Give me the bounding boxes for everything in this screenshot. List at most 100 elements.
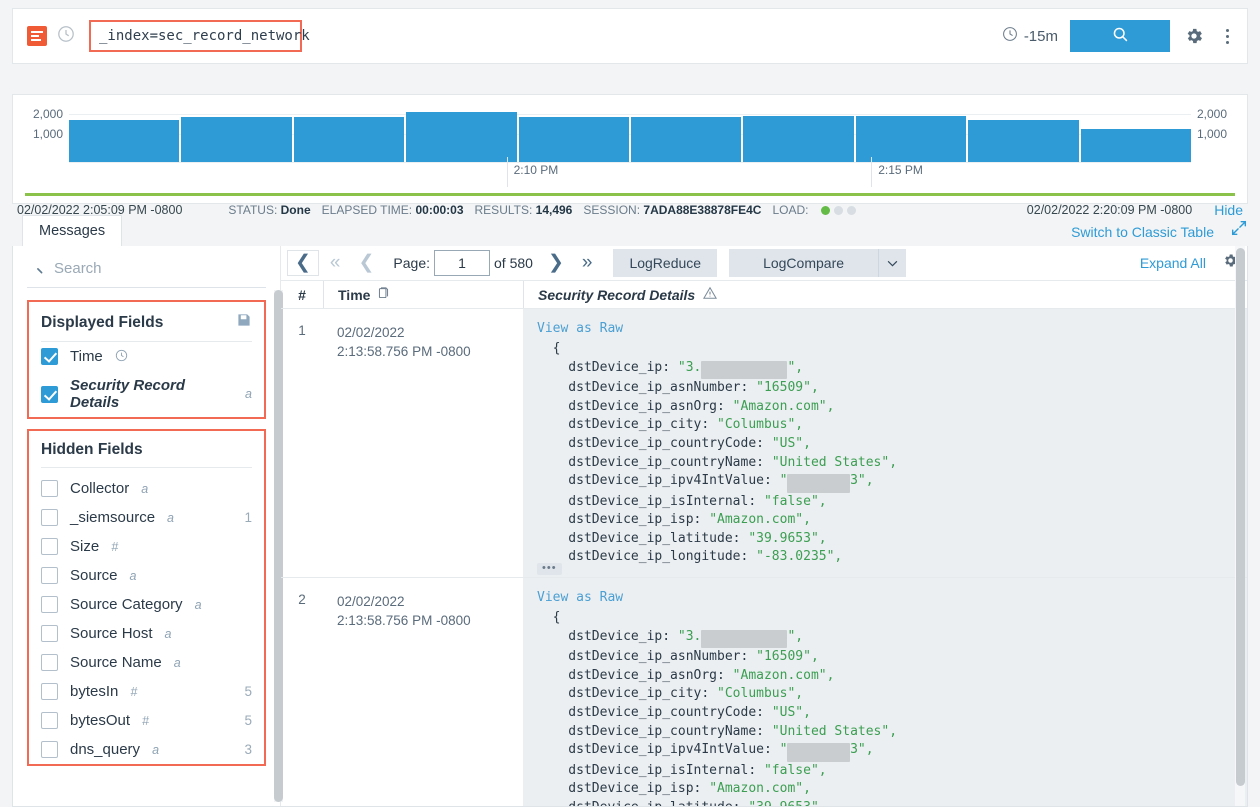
status-divider xyxy=(25,193,1235,196)
field-row[interactable]: Time xyxy=(29,342,264,371)
switch-to-classic-table-link[interactable]: Switch to Classic Table xyxy=(1071,224,1214,246)
histogram-bar[interactable] xyxy=(856,116,966,162)
json-value: "39.9653", xyxy=(748,531,826,546)
logcompare-split-button: LogCompare xyxy=(729,249,906,277)
field-row[interactable]: Source Namea xyxy=(29,648,264,677)
json-value: " xyxy=(780,473,788,488)
first-page-button[interactable]: « xyxy=(323,251,348,275)
row-time: 2:13:58.756 PM -0800 xyxy=(337,611,523,630)
field-checkbox[interactable] xyxy=(41,567,58,584)
field-row[interactable]: bytesIn#5 xyxy=(29,677,264,706)
json-value: "United States", xyxy=(772,724,897,739)
results-rows: 102/02/20222:13:58.756 PM -0800View as R… xyxy=(281,309,1247,806)
column-header-details-label: Security Record Details xyxy=(538,287,695,303)
search-icon xyxy=(27,258,44,279)
tab-messages[interactable]: Messages xyxy=(22,215,122,247)
field-label: Security Record Details xyxy=(70,377,233,411)
row-date: 02/02/2022 xyxy=(337,323,523,342)
expand-all-button[interactable]: Expand All xyxy=(1140,255,1206,271)
expand-record-badge[interactable]: ••• xyxy=(537,563,562,575)
histogram-bar[interactable] xyxy=(968,120,1078,162)
page-total-label: of 580 xyxy=(494,255,533,271)
redacted-value: 00000000000 xyxy=(701,361,787,380)
row-time: 2:13:58.756 PM -0800 xyxy=(337,342,523,361)
histogram-bar[interactable] xyxy=(69,120,179,162)
field-row[interactable]: _siemsourcea1 xyxy=(29,503,264,532)
logreduce-button[interactable]: LogReduce xyxy=(613,249,717,277)
field-label: bytesIn xyxy=(70,683,118,700)
histogram-x-axis: 2:10 PM 2:15 PM xyxy=(69,171,1191,191)
field-type-indicator: # xyxy=(142,714,149,728)
histogram-bar[interactable] xyxy=(631,117,741,162)
json-value: "Amazon.com", xyxy=(733,399,835,414)
view-as-raw-link[interactable]: View as Raw xyxy=(523,590,1247,605)
view-as-raw-link[interactable]: View as Raw xyxy=(523,321,1247,336)
search-button[interactable] xyxy=(1070,20,1170,52)
field-row[interactable]: dns_querya3 xyxy=(29,735,264,764)
field-row[interactable]: Source Hosta xyxy=(29,619,264,648)
copy-icon[interactable] xyxy=(377,287,390,303)
field-checkbox[interactable] xyxy=(41,741,58,758)
table-row[interactable]: 202/02/20222:13:58.756 PM -0800View as R… xyxy=(281,578,1247,806)
logcompare-button[interactable]: LogCompare xyxy=(729,249,878,277)
histogram-bar[interactable] xyxy=(294,117,404,162)
sidebar-search[interactable]: Search xyxy=(27,258,266,288)
json-value: "16509", xyxy=(756,380,819,395)
displayed-fields-title: Displayed Fields xyxy=(41,314,163,332)
query-input[interactable]: _index=sec_record_network xyxy=(89,20,302,52)
histogram-bar[interactable] xyxy=(519,117,629,162)
column-header-details[interactable]: Security Record Details xyxy=(523,281,1247,308)
warning-triangle-icon[interactable] xyxy=(703,286,717,303)
hidden-fields-title: Hidden Fields xyxy=(41,441,143,459)
field-checkbox[interactable] xyxy=(41,625,58,642)
page-input[interactable] xyxy=(434,250,490,276)
expand-diagonal-icon[interactable] xyxy=(1230,219,1248,246)
previous-page-button[interactable]: ❮ xyxy=(352,251,382,275)
field-checkbox[interactable] xyxy=(41,538,58,555)
search-icon xyxy=(1112,26,1129,46)
column-header-index: # xyxy=(281,287,323,303)
field-checkbox[interactable] xyxy=(41,683,58,700)
table-row[interactable]: 1 02/02/20222:13:58.756 PM -0800View as R… xyxy=(281,309,1247,578)
save-disk-icon[interactable] xyxy=(236,312,252,333)
field-type-indicator: a xyxy=(174,656,181,670)
field-row[interactable]: Sourcea xyxy=(29,561,264,590)
json-value: "3. xyxy=(678,629,701,644)
histogram-bar[interactable] xyxy=(406,112,516,162)
field-checkbox[interactable] xyxy=(41,348,58,365)
histogram-bar[interactable] xyxy=(181,117,291,162)
field-checkbox[interactable] xyxy=(41,386,58,403)
clock-icon xyxy=(115,349,128,365)
json-value: "-83.0235", xyxy=(756,549,842,564)
histogram-bar[interactable] xyxy=(743,116,853,162)
field-row[interactable]: bytesOut#5 xyxy=(29,706,264,735)
results-scrollbar[interactable] xyxy=(1235,246,1245,806)
row-index: 1 xyxy=(281,309,323,577)
field-row[interactable]: Size# xyxy=(29,532,264,561)
histogram-chart[interactable]: 2,000 1,000 2,000 1,000 xyxy=(69,103,1191,171)
histogram-bar[interactable] xyxy=(1081,129,1191,162)
gear-icon[interactable] xyxy=(1182,24,1206,48)
field-label: Source Category xyxy=(70,596,183,613)
clock-history-icon[interactable] xyxy=(57,25,75,48)
y-axis-label-left-2000: 2,000 xyxy=(19,107,63,121)
field-row[interactable]: Source Categorya xyxy=(29,590,264,619)
field-row[interactable]: Security Record Detailsa xyxy=(29,371,264,417)
collapse-panel-button[interactable]: ❮ xyxy=(287,250,319,276)
field-checkbox[interactable] xyxy=(41,509,58,526)
last-page-button[interactable]: » xyxy=(575,251,600,275)
field-checkbox[interactable] xyxy=(41,654,58,671)
column-header-time[interactable]: Time xyxy=(323,281,523,308)
json-value: "US", xyxy=(772,705,811,720)
time-range-picker[interactable]: -15m xyxy=(1002,26,1058,46)
json-value: "3. xyxy=(678,360,701,375)
kebab-menu-icon[interactable] xyxy=(1218,29,1237,44)
field-checkbox[interactable] xyxy=(41,712,58,729)
top-search-bar: _index=sec_record_network -15m xyxy=(12,8,1248,64)
field-row[interactable]: Collectora xyxy=(29,474,264,503)
table-header: # Time Security Record Details xyxy=(281,281,1247,309)
next-page-button[interactable]: ❯ xyxy=(541,251,571,275)
chevron-down-icon[interactable] xyxy=(878,249,906,277)
field-checkbox[interactable] xyxy=(41,480,58,497)
field-checkbox[interactable] xyxy=(41,596,58,613)
